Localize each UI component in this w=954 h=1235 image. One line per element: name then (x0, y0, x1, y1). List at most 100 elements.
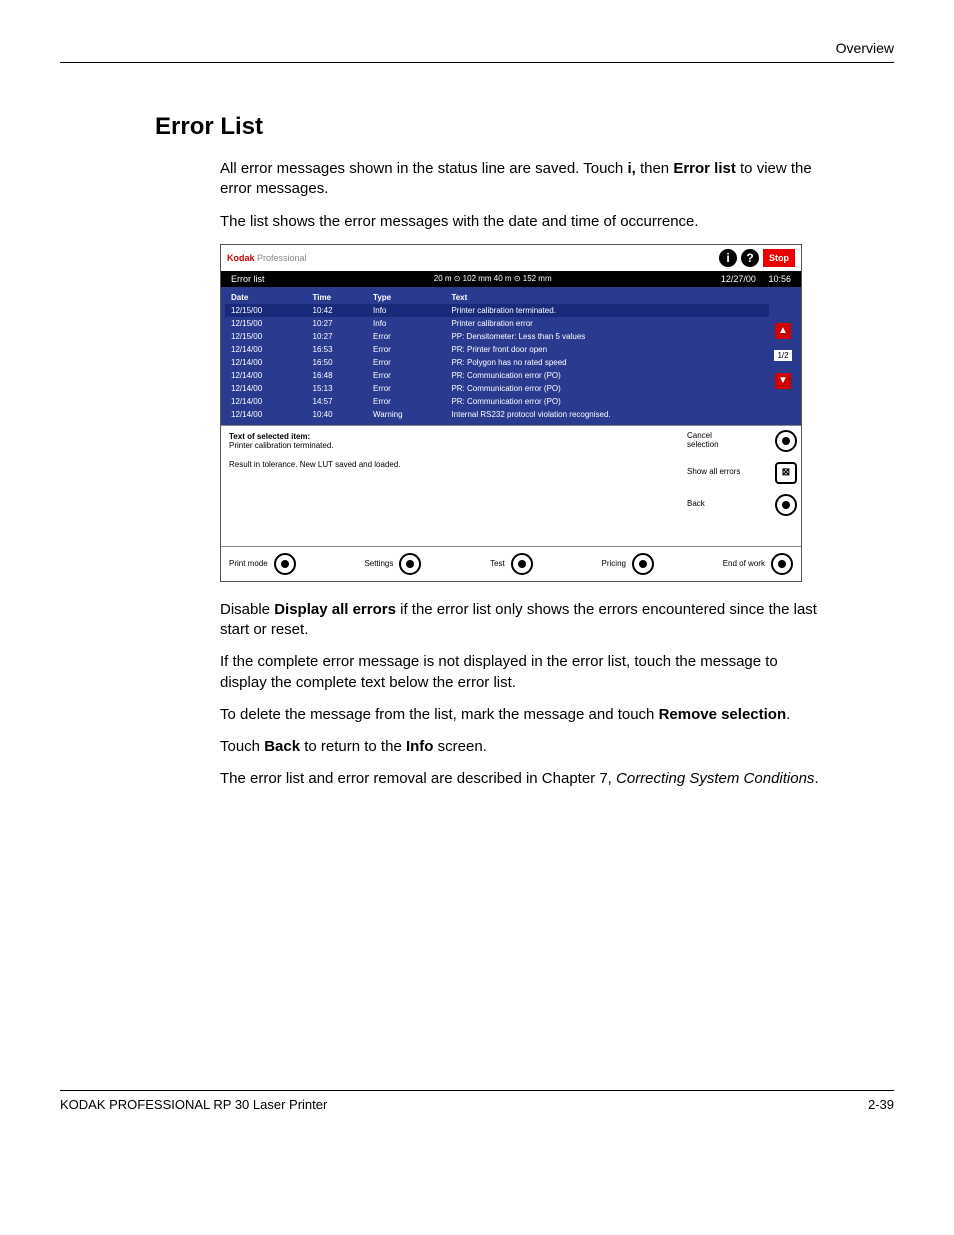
checkbox-icon: ⊠ (775, 462, 797, 484)
cell-date: 12/15/00 (225, 317, 307, 330)
cell-text: PR: Printer front door open (445, 343, 769, 356)
cell-date: 12/14/00 (225, 382, 307, 395)
text: Touch (220, 738, 264, 755)
radio-icon (775, 494, 797, 516)
col-date: Date (225, 291, 307, 304)
page-footer: KODAK PROFESSIONAL RP 30 Laser Printer 2… (60, 1090, 894, 1112)
intro-block: All error messages shown in the status l… (220, 159, 824, 232)
page-header-section: Overview (60, 40, 894, 63)
cell-type: Info (367, 304, 445, 317)
radio-icon (775, 430, 797, 452)
radio-icon (771, 553, 793, 575)
cell-time: 10:42 (307, 304, 368, 317)
cell-date: 12/15/00 (225, 330, 307, 343)
table-row[interactable]: 12/14/0015:13ErrorPR: Communication erro… (225, 382, 769, 395)
stop-button[interactable]: Stop (763, 249, 795, 267)
bold-display-all: Display all errors (274, 601, 396, 618)
scroll-up-button[interactable]: ▲ (775, 323, 791, 339)
cell-text: PR: Communication error (PO) (445, 395, 769, 408)
cell-time: 10:27 (307, 317, 368, 330)
print-mode-button[interactable]: Print mode (229, 553, 296, 575)
table-row[interactable]: 12/14/0016:48ErrorPR: Communication erro… (225, 369, 769, 382)
text: Disable (220, 601, 274, 618)
table-row[interactable]: 12/15/0010:42InfoPrinter calibration ter… (225, 304, 769, 317)
end-of-work-label: End of work (723, 559, 765, 568)
table-row[interactable]: 12/14/0010:40WarningInternal RS232 proto… (225, 408, 769, 421)
cell-text: Internal RS232 protocol violation recogn… (445, 408, 769, 421)
intro-p1: All error messages shown in the status l… (220, 159, 824, 200)
cell-text: Printer calibration error (445, 317, 769, 330)
cell-time: 14:57 (307, 395, 368, 408)
table-row[interactable]: 12/14/0016:53ErrorPR: Printer front door… (225, 343, 769, 356)
radio-icon (274, 553, 296, 575)
cell-text: PR: Communication error (PO) (445, 382, 769, 395)
col-text: Text (445, 291, 769, 304)
cell-text: Printer calibration terminated. (445, 304, 769, 317)
cell-type: Warning (367, 408, 445, 421)
text: then (636, 160, 674, 177)
after-p3: To delete the message from the list, mar… (220, 705, 824, 725)
test-label: Test (490, 559, 505, 568)
cell-date: 12/15/00 (225, 304, 307, 317)
bold-errorlist: Error list (673, 160, 736, 177)
table-row[interactable]: 12/15/0010:27ErrorPP: Densitometer: Less… (225, 330, 769, 343)
error-table: Date Time Type Text 12/15/0010:42InfoPri… (225, 291, 769, 421)
pricing-button[interactable]: Pricing (602, 553, 654, 575)
test-button[interactable]: Test (490, 553, 533, 575)
after-p4: Touch Back to return to the Info screen. (220, 737, 824, 757)
status-paper-info: 20 m ⊙ 102 mm 40 m ⊙ 152 mm (434, 274, 552, 284)
text: to return to the (300, 738, 406, 755)
detail-line2: Result in tolerance. New LUT saved and l… (229, 460, 675, 469)
radio-icon (632, 553, 654, 575)
text: screen. (433, 738, 486, 755)
cell-text: PP: Densitometer: Less than 5 values (445, 330, 769, 343)
cell-type: Error (367, 330, 445, 343)
col-time: Time (307, 291, 368, 304)
text: . (786, 706, 790, 723)
info-icon[interactable]: i (719, 249, 737, 267)
bold-back: Back (264, 738, 300, 755)
brand: Kodak Professional (227, 253, 307, 263)
after-block: Disable Display all errors if the error … (220, 600, 824, 758)
cancel-selection-button[interactable]: Cancel selection (687, 430, 797, 452)
cell-time: 16:48 (307, 369, 368, 382)
back-label: Back (687, 500, 742, 509)
bold-info: Info (406, 738, 434, 755)
scroll-sidebar: ▲ 1/2 ▼ (769, 291, 797, 421)
cell-time: 10:27 (307, 330, 368, 343)
status-date: 12/27/00 (721, 274, 756, 284)
closing-block: The error list and error removal are des… (220, 769, 824, 789)
table-header-row: Date Time Type Text (225, 291, 769, 304)
table-row[interactable]: 12/14/0014:57ErrorPR: Communication erro… (225, 395, 769, 408)
help-icon[interactable]: ? (741, 249, 759, 267)
status-bar: Error list 20 m ⊙ 102 mm 40 m ⊙ 152 mm 1… (221, 271, 801, 287)
show-all-errors-button[interactable]: Show all errors ⊠ (687, 462, 797, 484)
radio-icon (511, 553, 533, 575)
text: The error list and error removal are des… (220, 770, 616, 787)
cell-type: Error (367, 356, 445, 369)
detail-header: Text of selected item: (229, 432, 675, 441)
table-row[interactable]: 12/14/0016:50ErrorPR: Polygon has no rat… (225, 356, 769, 369)
radio-icon (399, 553, 421, 575)
cell-time: 16:50 (307, 356, 368, 369)
cell-date: 12/14/00 (225, 369, 307, 382)
detail-line1: Printer calibration terminated. (229, 441, 675, 450)
scroll-down-button[interactable]: ▼ (775, 373, 791, 389)
cell-time: 10:40 (307, 408, 368, 421)
back-button[interactable]: Back (687, 494, 797, 516)
cell-date: 12/14/00 (225, 395, 307, 408)
col-type: Type (367, 291, 445, 304)
detail-area: Text of selected item: Printer calibrati… (221, 425, 801, 546)
settings-button[interactable]: Settings (364, 553, 421, 575)
end-of-work-button[interactable]: End of work (723, 553, 793, 575)
cell-type: Error (367, 343, 445, 356)
status-time: 10:56 (768, 274, 791, 284)
footer-left: KODAK PROFESSIONAL RP 30 Laser Printer (60, 1097, 327, 1112)
error-list-screenshot: Kodak Professional i ? Stop Error list 2… (220, 244, 802, 582)
brand-professional: Professional (255, 253, 307, 263)
cell-type: Error (367, 369, 445, 382)
text: All error messages shown in the status l… (220, 160, 627, 177)
table-row[interactable]: 12/15/0010:27InfoPrinter calibration err… (225, 317, 769, 330)
show-all-errors-label: Show all errors (687, 468, 742, 477)
footer-right: 2-39 (868, 1097, 894, 1112)
